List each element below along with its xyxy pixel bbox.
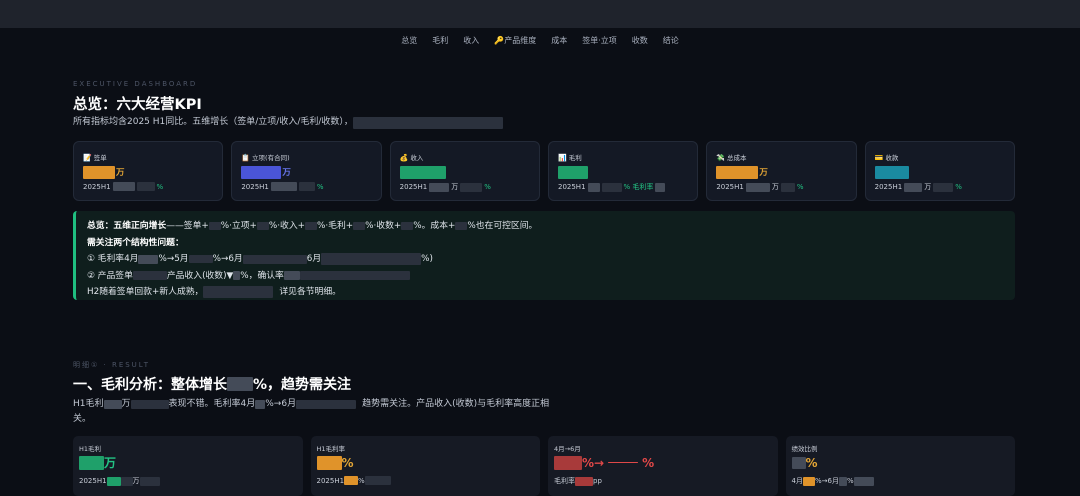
summary-line: ① 毛利率4月 %→5月 %→6月 6月%) [87, 253, 433, 266]
kpi-value [557, 165, 588, 179]
card-h1-gross-margin: H1毛利率 % 2025H1% [310, 436, 540, 496]
kpi-card-collections: 💳 收款 2025H1 万% [864, 141, 1015, 201]
kpi-footnote: 2025H1% [241, 182, 324, 191]
card-april-to-june: 4月→6月 %→% 毛利率 pp [548, 436, 778, 496]
redacted-value [241, 165, 282, 179]
kpi-card-revenue: 💰 收入 2025H1 万% [389, 141, 540, 201]
card-performance-ratio: 绩效比例 % 4月 %→6月% [785, 436, 1015, 496]
overview-title: 总览：六大经营KPI [73, 97, 202, 113]
section-nav: 总览 毛利 收入 🔑产品维度 成本 签单·立项 收数 结论 [0, 28, 1080, 52]
nav-item-gross-profit[interactable]: 毛利 [432, 35, 448, 46]
kpi-footnote: 2025H1% 毛利率 [558, 182, 666, 192]
summary-line: H2随着签单回款+新人成熟， 详见各节明细。 [87, 286, 341, 299]
kpi-footnote: 2025H1 万% [874, 182, 962, 192]
nav-item-conclusion[interactable]: 结论 [663, 35, 679, 46]
redacted-value [557, 165, 588, 179]
section1-title: 一、毛利分析：整体增长 %，趋势需关注 [73, 377, 352, 393]
redacted-value [716, 165, 759, 179]
kpi-value: 万 [716, 165, 768, 179]
kpi-label: 💰 收入 [399, 154, 424, 162]
nav-item-collections[interactable]: 收数 [632, 35, 648, 46]
kpi-label: 📊 毛利 [557, 154, 582, 162]
bar-chart-icon: 📊 [557, 154, 567, 162]
nav-item-signing-projects[interactable]: 签单·立项 [582, 35, 617, 46]
kpi-value: 万 [83, 165, 125, 179]
kpi-card-total-cost: 💸 总成本 万 2025H1 万% [706, 141, 857, 201]
clipboard-icon: 📋 [241, 154, 251, 162]
kpi-label: 📋 立项(有合同) [241, 154, 290, 162]
nav-item-revenue[interactable]: 收入 [463, 35, 479, 46]
kpi-card-gross-profit: 📊 毛利 2025H1% 毛利率 [547, 141, 699, 201]
memo-icon: 📝 [83, 154, 92, 162]
nav-item-overview[interactable]: 总览 [401, 35, 417, 46]
summary-line: 总览：五维正向增长 ——签单+ %·立项+ %·收入+ %·毛利+ %·收数+ %。成本+%… [87, 221, 538, 231]
overview-eyebrow: EXECUTIVE DASHBOARD [73, 80, 198, 88]
kpi-value: 万 [241, 165, 291, 179]
redacted-value [83, 165, 115, 179]
summary-line: 需关注两个结构性问题： [87, 237, 184, 248]
section1-eyebrow: 明细① · RESULT [73, 361, 151, 369]
kpi-cards: 📝 签单 万 2025H1% 📋 立项(有合同) 万 2025H1% 💰 收入 202… [73, 141, 1015, 201]
kpi-footnote: 2025H1 万% [399, 182, 491, 192]
kpi-footnote: 2025H1 万% [716, 182, 804, 192]
money-bag-icon: 💰 [399, 154, 409, 162]
section1-description: H1毛利万表现不错。毛利率4月 %→6月 趋势需关注。产品收入(收数)与毛利率高度正… [73, 399, 550, 424]
kpi-footnote: 2025H1% [83, 182, 164, 191]
overview-subtitle-text: 所有指标均含2025 H1同比。五维增长（签单/立项/收入/毛利/收数）， [73, 117, 353, 127]
gross-profit-cards: H1毛利 万 2025H1 万 H1毛利率 % 2025H1% 4月→6月 %→%… [73, 436, 1015, 496]
card-h1-gross-profit: H1毛利 万 2025H1 万 [73, 436, 303, 496]
kpi-value [399, 165, 446, 179]
overview-subtitle: 所有指标均含2025 H1同比。五维增长（签单/立项/收入/毛利/收数）， [73, 115, 503, 130]
redacted-block [352, 116, 503, 129]
money-with-wings-icon: 💸 [716, 154, 726, 162]
kpi-label: 💳 收款 [874, 154, 899, 162]
nav-item-cost[interactable]: 成本 [551, 35, 567, 46]
kpi-label: 💸 总成本 [716, 154, 747, 162]
summary-line: ② 产品签单 产品收入(收数)▼ %，确认率 [87, 268, 1004, 285]
kpi-card-projects: 📋 立项(有合同) 万 2025H1% [231, 141, 382, 201]
browser-top-bar [0, 0, 1080, 28]
nav-item-product-dimension[interactable]: 🔑产品维度 [494, 35, 536, 46]
summary-callout: 总览：五维正向增长 ——签单+ %·立项+ %·收入+ %·毛利+ %·收数+ %。成本+%… [73, 211, 1015, 300]
redacted-value [874, 165, 909, 179]
redacted-value [399, 165, 446, 179]
kpi-value [874, 165, 909, 179]
kpi-label: 📝 签单 [83, 154, 107, 162]
kpi-card-signing: 📝 签单 万 2025H1% [73, 141, 224, 201]
credit-card-icon: 💳 [874, 154, 884, 162]
